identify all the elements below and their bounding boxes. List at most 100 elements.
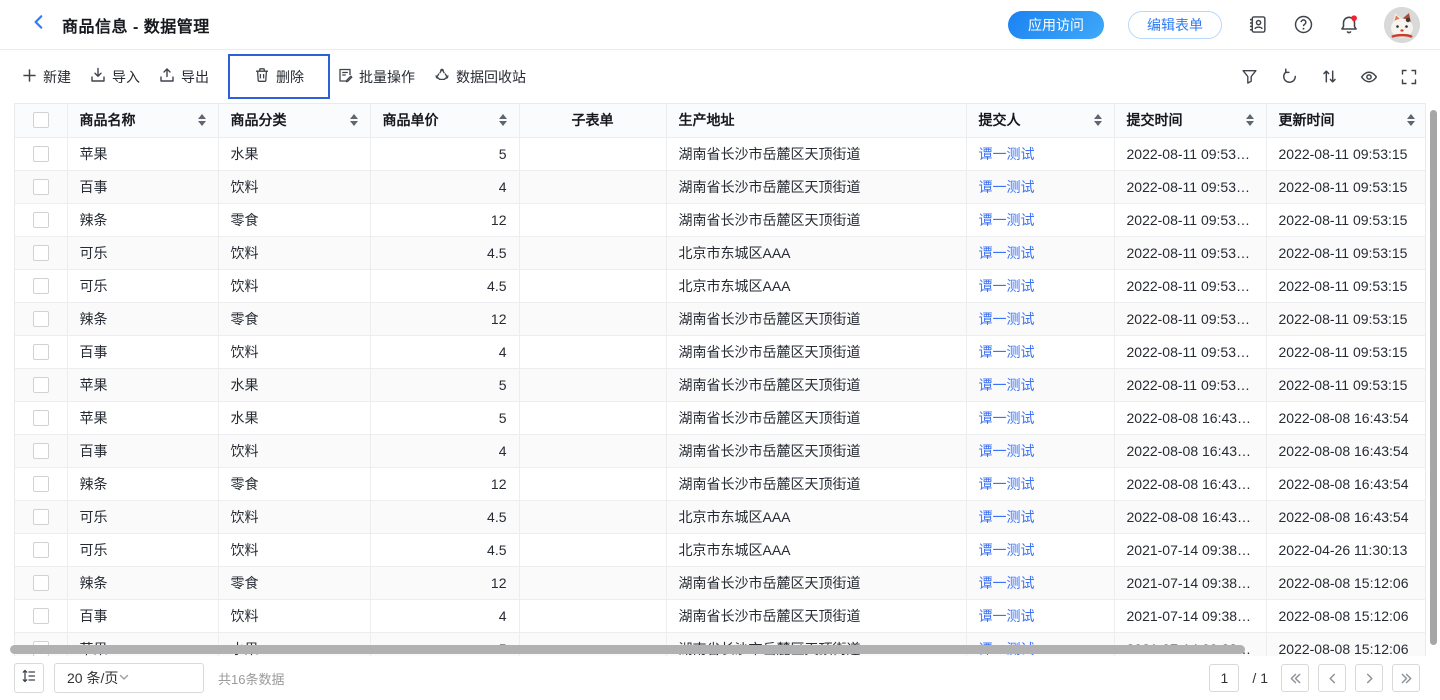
app-access-button[interactable]: 应用访问 <box>1008 11 1104 39</box>
submitter-link[interactable]: 谭一测试 <box>979 575 1035 591</box>
new-button[interactable]: 新建 <box>22 67 71 87</box>
row-checkbox[interactable] <box>33 146 49 162</box>
delete-button-focus-ring: 删除 <box>228 54 330 99</box>
submitter-link[interactable]: 谭一测试 <box>979 344 1035 360</box>
cell-subform <box>519 236 666 269</box>
sort-carets-icon[interactable] <box>190 114 206 126</box>
row-checkbox[interactable] <box>33 410 49 426</box>
cell-subform <box>519 401 666 434</box>
cell-submitter: 谭一测试 <box>966 335 1114 368</box>
import-button[interactable]: 导入 <box>90 67 140 87</box>
cell-name: 百事 <box>67 335 218 368</box>
row-checkbox[interactable] <box>33 179 49 195</box>
horizontal-scrollbar[interactable] <box>10 645 1245 654</box>
cell-submitter: 谭一测试 <box>966 170 1114 203</box>
next-page-button[interactable] <box>1355 664 1383 692</box>
submitter-link[interactable]: 谭一测试 <box>979 146 1035 162</box>
column-header-name[interactable]: 商品名称 <box>67 104 218 137</box>
row-checkbox[interactable] <box>33 509 49 525</box>
cell-price: 5 <box>370 401 519 434</box>
submitter-link[interactable]: 谭一测试 <box>979 179 1035 195</box>
page-size-value: 20 条/页 <box>67 668 118 688</box>
submitter-link[interactable]: 谭一测试 <box>979 311 1035 327</box>
import-icon <box>90 67 106 86</box>
cell-name: 苹果 <box>67 401 218 434</box>
help-icon[interactable] <box>1292 14 1314 36</box>
address-book-icon[interactable] <box>1246 14 1268 36</box>
cell-subform <box>519 599 666 632</box>
cell-subform <box>519 533 666 566</box>
cell-subform <box>519 434 666 467</box>
back-chevron-icon <box>30 13 48 36</box>
row-checkbox[interactable] <box>33 377 49 393</box>
submitter-link[interactable]: 谭一测试 <box>979 278 1035 294</box>
column-header-category[interactable]: 商品分类 <box>218 104 370 137</box>
row-checkbox[interactable] <box>33 212 49 228</box>
submitter-link[interactable]: 谭一测试 <box>979 410 1035 426</box>
avatar[interactable] <box>1384 7 1420 43</box>
sort-carets-icon[interactable] <box>491 114 507 126</box>
select-all-checkbox[interactable] <box>33 112 49 128</box>
delete-button[interactable]: 删除 <box>254 67 304 87</box>
batch-operations-button[interactable]: 批量操作 <box>337 67 415 87</box>
page-number-input[interactable]: 1 <box>1209 664 1239 692</box>
cell-address: 北京市东城区AAA <box>666 269 966 302</box>
cell-address: 湖南省长沙市岳麓区天顶街道 <box>666 302 966 335</box>
submitter-link[interactable]: 谭一测试 <box>979 608 1035 624</box>
cell-update_time: 2022-08-11 09:53:15 <box>1266 170 1426 203</box>
column-header-submit_time[interactable]: 提交时间 <box>1114 104 1266 137</box>
first-page-button[interactable] <box>1281 664 1309 692</box>
refresh-icon[interactable] <box>1280 68 1298 86</box>
fullscreen-icon[interactable] <box>1400 68 1418 86</box>
edit-form-button[interactable]: 编辑表单 <box>1128 11 1222 39</box>
table-row: 苹果水果5湖南省长沙市岳麓区天顶街道谭一测试2022-08-11 09:53:1… <box>15 137 1426 170</box>
cell-name: 辣条 <box>67 566 218 599</box>
cell-submit_time: 2022-08-11 09:53:15 <box>1114 203 1266 236</box>
submitter-link[interactable]: 谭一测试 <box>979 212 1035 228</box>
last-page-button[interactable] <box>1392 664 1420 692</box>
row-checkbox[interactable] <box>33 278 49 294</box>
cell-checkbox <box>15 236 67 269</box>
cell-checkbox <box>15 335 67 368</box>
submitter-link[interactable]: 谭一测试 <box>979 476 1035 492</box>
row-checkbox[interactable] <box>33 575 49 591</box>
submitter-link[interactable]: 谭一测试 <box>979 542 1035 558</box>
submitter-link[interactable]: 谭一测试 <box>979 377 1035 393</box>
cell-submitter: 谭一测试 <box>966 368 1114 401</box>
column-header-update_time[interactable]: 更新时间 <box>1266 104 1426 137</box>
cell-price: 4.5 <box>370 236 519 269</box>
vertical-scrollbar[interactable] <box>1430 110 1437 645</box>
prev-page-button[interactable] <box>1318 664 1346 692</box>
sort-carets-icon[interactable] <box>1238 114 1254 126</box>
row-height-button[interactable] <box>14 663 44 693</box>
cell-update_time: 2022-04-26 11:30:13 <box>1266 533 1426 566</box>
filter-icon[interactable] <box>1240 68 1258 86</box>
recycle-bin-button[interactable]: 数据回收站 <box>434 67 526 87</box>
row-checkbox[interactable] <box>33 608 49 624</box>
sort-icon[interactable] <box>1320 68 1338 86</box>
page-size-select[interactable]: 20 条/页 <box>54 663 204 693</box>
submitter-link[interactable]: 谭一测试 <box>979 443 1035 459</box>
row-checkbox[interactable] <box>33 311 49 327</box>
row-checkbox[interactable] <box>33 245 49 261</box>
sort-carets-icon[interactable] <box>1086 114 1102 126</box>
row-checkbox[interactable] <box>33 476 49 492</box>
submitter-link[interactable]: 谭一测试 <box>979 245 1035 261</box>
total-count-text: 共16条数据 <box>218 669 284 688</box>
table-row: 百事饮料4湖南省长沙市岳麓区天顶街道谭一测试2022-08-11 09:53:1… <box>15 335 1426 368</box>
column-visibility-icon[interactable] <box>1360 68 1378 86</box>
row-checkbox[interactable] <box>33 443 49 459</box>
row-checkbox[interactable] <box>33 344 49 360</box>
cell-category: 饮料 <box>218 269 370 302</box>
cell-submitter: 谭一测试 <box>966 566 1114 599</box>
column-header-submitter[interactable]: 提交人 <box>966 104 1114 137</box>
sort-carets-icon[interactable] <box>1399 114 1415 126</box>
submitter-link[interactable]: 谭一测试 <box>979 509 1035 525</box>
column-header-price[interactable]: 商品单价 <box>370 104 519 137</box>
sort-carets-icon[interactable] <box>342 114 358 126</box>
bell-icon[interactable] <box>1338 14 1360 36</box>
export-button[interactable]: 导出 <box>159 67 209 87</box>
back-button[interactable] <box>30 13 48 36</box>
trash-icon <box>254 67 270 86</box>
row-checkbox[interactable] <box>33 542 49 558</box>
